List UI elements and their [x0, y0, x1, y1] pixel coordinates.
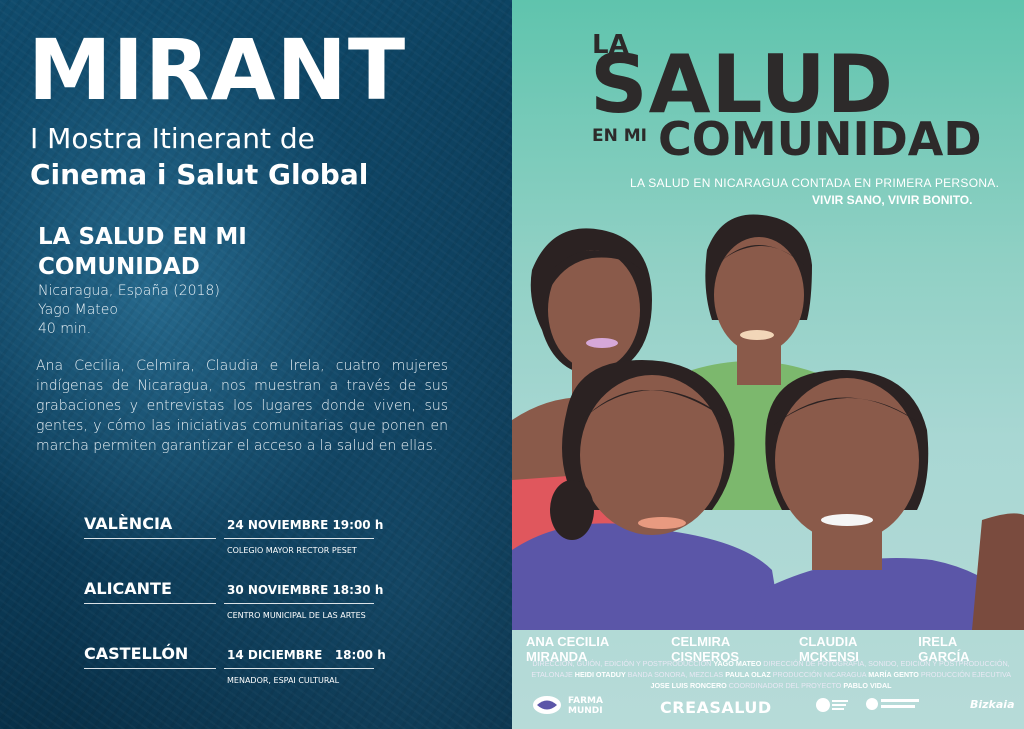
poster-title-en-mi: EN MI [592, 126, 648, 146]
poster-credits: DIRECCIÓN, GUIÓN, EDICIÓN Y POSTPRODUCCI… [530, 658, 1012, 691]
poster-tagline: LA SALUD EN NICARAGUA CONTADA EN PRIMERA… [630, 176, 1000, 190]
screening-date: 24 NOVIEMBRE 19:00 h [227, 518, 384, 532]
film-title: LA SALUD EN MI COMUNIDAD [38, 224, 247, 280]
festival-subtitle-line2: Cinema i Salut Global [30, 158, 369, 191]
credit-name: PABLO VIDAL [843, 681, 892, 690]
film-country-year: Nicaragua, España (2018) [38, 283, 220, 299]
divider [84, 603, 216, 604]
film-director: Yago Mateo [38, 302, 118, 318]
credit-name: YAGO MATEO [713, 659, 762, 668]
credit-name: HEIDI OTADUY [574, 670, 626, 679]
poster-slogan: VIVIR SANO, VIVIR BONITO. [812, 193, 973, 207]
film-meta: Nicaragua, España (2018) Yago Mateo 40 m… [38, 282, 220, 339]
poster-illustration [512, 214, 1024, 630]
screening-city: VALÈNCIA [84, 514, 173, 533]
screening-city: CASTELLÓN [84, 644, 189, 663]
screening-venue: MENADOR, ESPAI CULTURAL [227, 676, 340, 685]
figure-edge-right [972, 513, 1024, 630]
divider [224, 603, 374, 604]
sponsor-logos: FARMA MUNDI CREASALUD Bizkaia [530, 690, 1015, 722]
generalitat-logo [815, 696, 849, 718]
credit-name: MARÍA GENTO [868, 670, 919, 679]
screening-venue: COLEGIO MAYOR RECTOR PESET [227, 546, 357, 555]
credit-role: COORDINADOR DEL PROYECTO [728, 681, 842, 690]
creasalud-logo: CREASALUD [660, 698, 772, 717]
screening-venue: CENTRO MUNICIPAL DE LAS ARTES [227, 611, 366, 620]
divider [84, 538, 216, 539]
basque-government-logo [865, 696, 921, 716]
farmamundi-logo: FARMA MUNDI [568, 696, 603, 716]
globe-icon [532, 694, 562, 720]
festival-logo: MIRANT [28, 21, 407, 119]
divider [224, 538, 374, 539]
divider [224, 668, 374, 669]
credit-role: DIRECCIÓN, GUIÓN, EDICIÓN Y POSTPRODUCCI… [532, 659, 712, 668]
credit-role: PRODUCCIÓN NICARAGUA [772, 670, 867, 679]
festival-subtitle-line1: I Mostra Itinerant de [30, 122, 315, 155]
credit-name: JOSE LUIS RONCERO [650, 681, 727, 690]
film-poster: LA SALUD EN MI COMUNIDAD LA SALUD EN NIC… [512, 0, 1024, 729]
screening-date: 14 DICIEMBRE 18:00 h [227, 648, 386, 662]
divider [84, 668, 216, 669]
film-duration: 40 min. [38, 321, 92, 337]
credit-name: PAULA OLAZ [725, 670, 771, 679]
poster-title-comunidad: COMUNIDAD [658, 112, 982, 166]
credit-role: PRODUCCIÓN EJECUTIVA [920, 670, 1011, 679]
bizkaia-logo: Bizkaia [970, 698, 1015, 711]
screening-city: ALICANTE [84, 579, 172, 598]
event-info-panel: MIRANT I Mostra Itinerant de Cinema i Sa… [0, 0, 512, 729]
credit-role: BANDA SONORA, MEZCLAS [627, 670, 724, 679]
film-synopsis: Ana Cecilia, Celmira, Claudia e Irela, c… [36, 358, 448, 454]
screening-date: 30 NOVIEMBRE 18:30 h [227, 583, 384, 597]
